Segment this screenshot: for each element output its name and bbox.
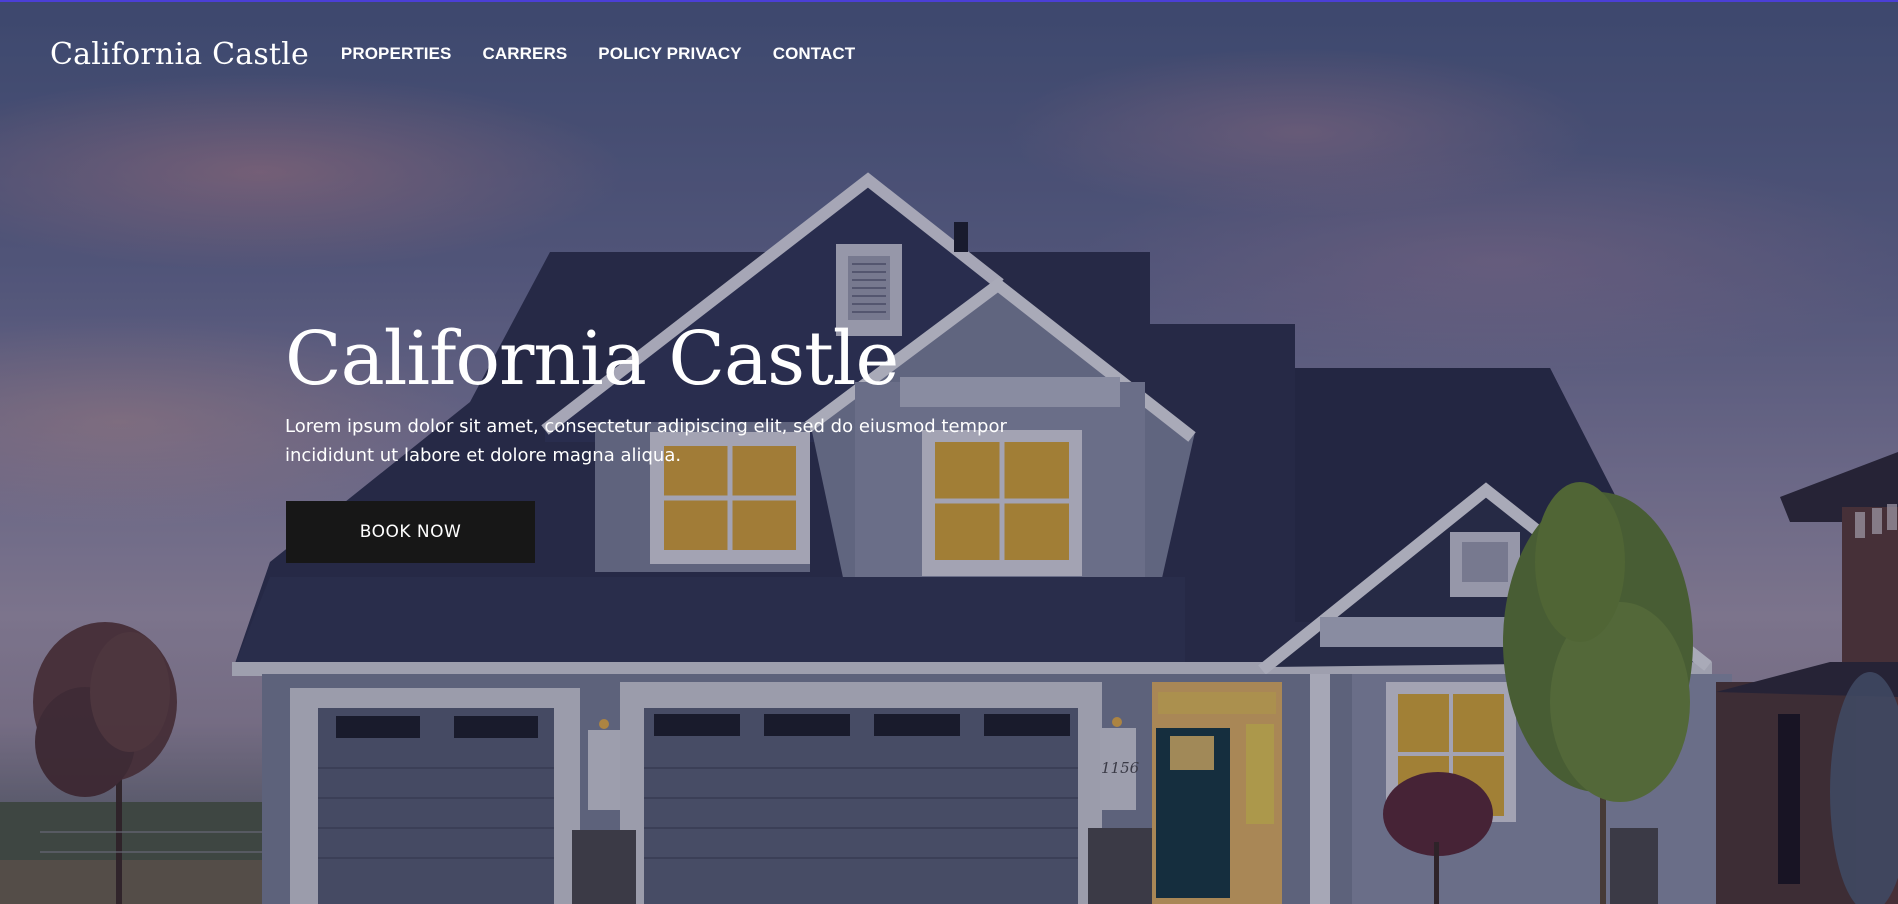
hero-content: California Castle Lorem ipsum dolor sit … xyxy=(285,322,1105,470)
hero-section: California Castle PROPERTIES CARRERS POL… xyxy=(0,0,1898,904)
house-number: 1156 xyxy=(1101,759,1140,777)
hero-title: California Castle xyxy=(285,316,899,402)
book-now-button[interactable]: BOOK NOW xyxy=(286,501,535,563)
nav-link-contact[interactable]: CONTACT xyxy=(773,44,856,64)
nav-link-carrers[interactable]: CARRERS xyxy=(483,44,568,64)
brand-logo[interactable]: California Castle xyxy=(50,37,309,72)
nav-link-policy-privacy[interactable]: POLICY PRIVACY xyxy=(598,44,741,64)
top-navbar: California Castle PROPERTIES CARRERS POL… xyxy=(0,2,1898,106)
nav-links: PROPERTIES CARRERS POLICY PRIVACY CONTAC… xyxy=(341,44,855,64)
hero-description: Lorem ipsum dolor sit amet, consectetur … xyxy=(285,416,1007,466)
nav-link-properties[interactable]: PROPERTIES xyxy=(341,44,452,64)
